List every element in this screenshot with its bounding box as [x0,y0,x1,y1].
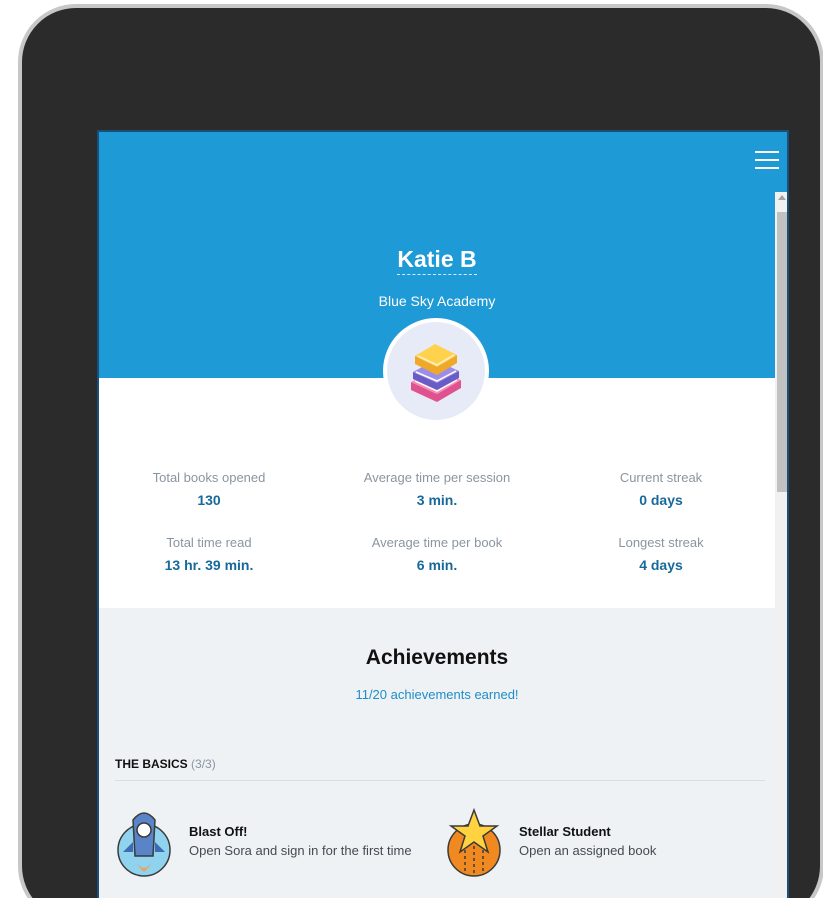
books-stack-icon [411,344,461,402]
stat-label: Average time per book [371,535,503,550]
achievement-name: Stellar Student [519,824,611,839]
stat-label: Average time per session [363,470,511,485]
stat-longest-streak: Longest streak 4 days [561,535,761,573]
star-badge-icon [447,807,501,877]
scroll-thumb[interactable] [777,212,787,492]
stat-label: Current streak [619,470,703,485]
stat-total-time: Total time read 13 hr. 39 min. [109,535,309,573]
stat-value: 3 min. [416,492,458,508]
stat-value: 0 days [639,492,683,508]
rocket-badge-icon [117,812,171,877]
user-name: Katie B [99,246,775,275]
achievement-blast-off[interactable]: Blast Off! Open Sora and sign in for the… [115,806,435,886]
stat-current-streak: Current streak 0 days [561,470,761,508]
achievements-earned-link[interactable]: 11/20 achievements earned! [99,687,775,702]
stat-total-books: Total books opened 130 [109,470,309,508]
achievement-stellar-student[interactable]: Stellar Student Open an assigned book [445,806,745,886]
school-name: Blue Sky Academy [378,293,496,309]
stat-value: 4 days [639,557,683,573]
user-name-link[interactable]: Katie B [397,246,477,275]
scrollbar[interactable] [775,192,787,898]
achievement-name: Blast Off! [189,824,248,839]
achievement-description: Open Sora and sign in for the first time [189,843,412,858]
stat-value: 13 hr. 39 min. [164,557,254,573]
hamburger-menu-icon[interactable] [755,148,779,172]
app-screen: Katie B Blue Sky Academy Total books ope… [97,130,789,898]
stat-label: Longest streak [618,535,704,550]
tablet-frame: Katie B Blue Sky Academy Total books ope… [18,4,823,898]
stat-avg-session: Average time per session 3 min. [337,470,537,508]
achievement-description: Open an assigned book [519,843,657,858]
stat-value: 6 min. [416,557,458,573]
stat-avg-book: Average time per book 6 min. [337,535,537,573]
scroll-up-arrow-icon[interactable] [778,195,786,200]
section-count: (3/3) [191,757,216,771]
section-heading-basics: THE BASICS (3/3) [115,757,216,771]
section-title: THE BASICS [115,757,188,771]
section-divider [115,780,765,781]
stat-label: Total books opened [152,470,266,485]
achievements-title: Achievements [365,646,509,669]
stat-value: 130 [197,492,221,508]
avatar [383,318,489,424]
stat-label: Total time read [166,535,252,550]
